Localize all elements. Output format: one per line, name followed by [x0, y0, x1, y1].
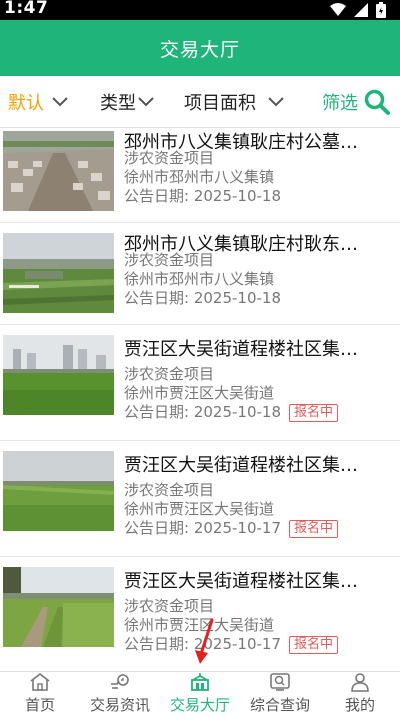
filter-area-label: 项目面积	[184, 93, 256, 114]
home-icon	[30, 672, 50, 691]
listing-category: 涉农资金项目	[124, 597, 215, 615]
status-badge: 报名中	[289, 403, 339, 422]
list-item[interactable]: 邳州市八义集镇耿庄村公墓… 涉农资金项目 徐州市邳州市八义集镇 公告日期: 20…	[0, 128, 400, 223]
status-badge: 报名中	[289, 635, 339, 654]
tab-query[interactable]: 综合查询	[240, 672, 320, 719]
tab-trading-hall[interactable]: 交易大厅	[160, 672, 240, 719]
listing-date: 公告日期: 2025-10-17	[124, 635, 281, 653]
tab-label: 我的	[344, 696, 375, 714]
filter-screen-label: 筛选	[322, 93, 358, 114]
chevron-down-icon	[52, 97, 68, 107]
tab-label: 交易资讯	[89, 696, 150, 714]
query-icon	[270, 673, 290, 691]
list-item[interactable]: 贾汪区大吴街道程楼社区集… 涉农资金项目 徐州市贾汪区大吴街道 公告日期: 20…	[0, 441, 400, 557]
battery-icon	[376, 2, 386, 18]
list-item[interactable]: 贾汪区大吴街道程楼社区集… 涉农资金项目 徐州市贾汪区大吴街道 公告日期: 20…	[0, 325, 400, 441]
filter-screen-button[interactable]: 筛选	[322, 76, 390, 128]
listing-category: 涉农资金项目	[124, 365, 215, 383]
listing-thumbnail	[3, 335, 114, 415]
listing-thumbnail	[3, 233, 114, 313]
tab-home[interactable]: 首页	[0, 672, 80, 719]
listing-meta: 涉农资金项目 徐州市邳州市八义集镇 公告日期: 2025-10-18	[124, 251, 392, 308]
page-title: 交易大厅	[159, 38, 240, 61]
listing-category: 涉农资金项目	[124, 149, 215, 167]
listing-date: 公告日期: 2025-10-18	[124, 289, 281, 307]
status-icons	[330, 2, 386, 18]
listing-meta: 涉农资金项目 徐州市邳州市八义集镇 公告日期: 2025-10-18	[124, 149, 392, 206]
listing-meta: 涉农资金项目 徐州市贾汪区大吴街道 公告日期: 2025-10-17 报名中	[124, 597, 392, 654]
list-item[interactable]: 贾汪区大吴街道程楼社区集… 涉农资金项目 徐州市贾汪区大吴街道 公告日期: 20…	[0, 557, 400, 671]
tab-mine[interactable]: 我的	[320, 672, 400, 719]
chevron-down-icon	[268, 97, 284, 107]
status-time: 1:47	[4, 0, 49, 18]
filter-type-label: 类型	[100, 93, 136, 114]
filter-default[interactable]: 默认	[8, 76, 68, 128]
wifi-icon	[330, 3, 346, 16]
listing-title: 贾汪区大吴街道程楼社区集…	[124, 455, 358, 476]
listing-list: 邳州市八义集镇耿庄村公墓… 涉农资金项目 徐州市邳州市八义集镇 公告日期: 20…	[0, 128, 400, 671]
listing-thumbnail	[3, 131, 114, 211]
listing-date: 公告日期: 2025-10-18	[124, 403, 281, 421]
filter-type[interactable]: 类型	[100, 76, 154, 128]
search-icon	[364, 89, 390, 115]
status-bar: 1:47	[0, 0, 400, 20]
listing-date: 公告日期: 2025-10-18	[124, 187, 281, 205]
listing-thumbnail	[3, 451, 114, 531]
listing-location: 徐州市邳州市八义集镇	[124, 168, 275, 186]
listing-date: 公告日期: 2025-10-17	[124, 519, 281, 537]
list-item[interactable]: 邳州市八义集镇耿庄村耿东… 涉农资金项目 徐州市邳州市八义集镇 公告日期: 20…	[0, 223, 400, 325]
news-icon	[111, 674, 129, 689]
listing-meta: 涉农资金项目 徐州市贾汪区大吴街道 公告日期: 2025-10-18 报名中	[124, 365, 392, 422]
listing-location: 徐州市邳州市八义集镇	[124, 270, 275, 288]
tab-label: 综合查询	[249, 696, 310, 714]
filter-default-label: 默认	[8, 93, 44, 114]
listing-category: 涉农资金项目	[124, 481, 215, 499]
tab-news[interactable]: 交易资讯	[80, 672, 160, 719]
listing-category: 涉农资金项目	[124, 251, 215, 269]
listing-location: 徐州市贾汪区大吴街道	[124, 500, 275, 518]
listing-location: 徐州市贾汪区大吴街道	[124, 616, 275, 634]
app-header: 交易大厅	[0, 20, 400, 76]
filter-bar: 默认 类型 项目面积 筛选	[0, 76, 400, 128]
tab-label: 交易大厅	[169, 696, 230, 714]
listing-title: 贾汪区大吴街道程楼社区集…	[124, 339, 358, 360]
signal-icon	[354, 3, 368, 17]
bottom-tab-bar: 首页 交易资讯 交易大厅 综合查询 我的	[0, 671, 400, 719]
user-icon	[351, 673, 369, 692]
status-badge: 报名中	[289, 519, 339, 538]
listing-meta: 涉农资金项目 徐州市贾汪区大吴街道 公告日期: 2025-10-17 报名中	[124, 481, 392, 538]
listing-thumbnail	[3, 567, 114, 647]
chevron-down-icon	[138, 97, 154, 107]
tab-label: 首页	[24, 696, 55, 714]
listing-location: 徐州市贾汪区大吴街道	[124, 384, 275, 402]
listing-title: 贾汪区大吴街道程楼社区集…	[124, 571, 358, 592]
hall-icon	[191, 673, 209, 691]
filter-area[interactable]: 项目面积	[184, 76, 284, 128]
